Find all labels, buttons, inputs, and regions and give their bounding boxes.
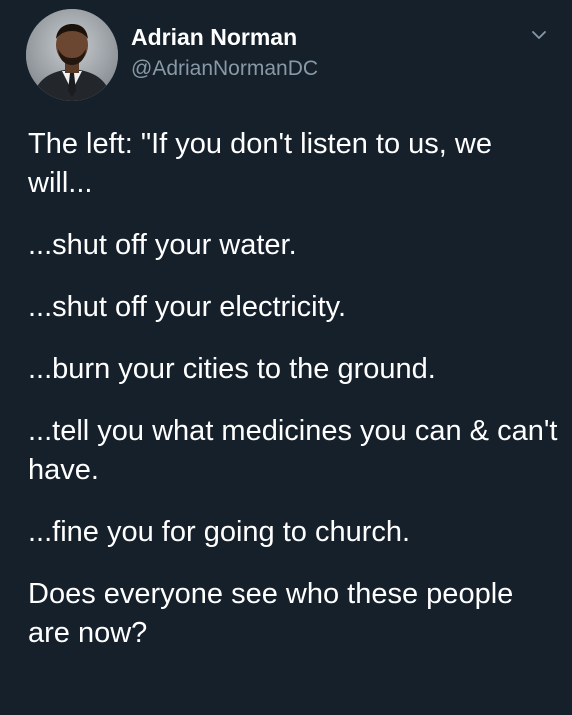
tweet-paragraph: ...burn your cities to the ground. (28, 353, 436, 385)
tweet-paragraph: ...shut off your electricity. (28, 291, 347, 323)
tweet-text: The left: "If you don't listen to us, we… (28, 125, 558, 653)
avatar[interactable] (26, 9, 118, 101)
tweet-paragraph: ...shut off your water. (28, 229, 297, 261)
tweet-paragraph: ...tell you what medicines you can & can… (28, 415, 558, 486)
tweet-paragraph: ...fine you for going to church. (28, 516, 411, 548)
author-handle[interactable]: @AdrianNormanDC (131, 57, 318, 81)
tweet-paragraph: The left: "If you don't listen to us, we… (28, 128, 492, 199)
author-name[interactable]: Adrian Norman (131, 24, 297, 51)
profile-photo-icon (26, 9, 118, 101)
tweet-card: Adrian Norman @AdrianNormanDC The left: … (0, 0, 572, 715)
tweet-paragraph: Does everyone see who these people are n… (28, 578, 514, 649)
chevron-down-icon[interactable] (530, 28, 548, 42)
